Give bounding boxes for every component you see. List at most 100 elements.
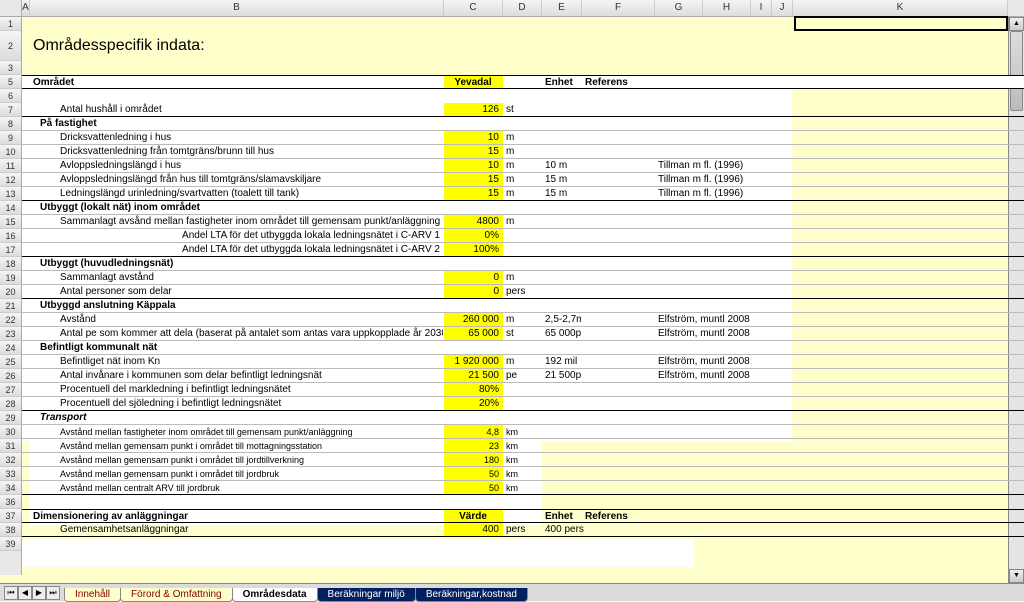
cell-B16[interactable]: Andel LTA för det utbyggda lokala lednin… xyxy=(30,229,444,242)
cell-C34[interactable]: 50 xyxy=(444,481,503,494)
row-header-2[interactable]: 2 xyxy=(0,31,21,61)
tab-nav-last[interactable]: ⏭ xyxy=(46,586,60,600)
spreadsheet-grid[interactable]: Områdesspecifik indata: Området Yevadal … xyxy=(22,17,1024,575)
cell-C23[interactable]: 65 000 xyxy=(444,327,503,340)
cell-B14[interactable]: Utbyggt (lokalt nät) inom området xyxy=(30,201,444,214)
row-header-20[interactable]: 20 xyxy=(0,285,21,299)
row-header-14[interactable]: 14 xyxy=(0,201,21,215)
cell-C26[interactable]: 21 500 xyxy=(444,369,503,382)
cell-B27[interactable]: Procentuell del markledning i befintligt… xyxy=(30,383,444,396)
tab-nav-prev[interactable]: ◀ xyxy=(18,586,32,600)
cell-B7[interactable]: Antal hushåll i området xyxy=(30,103,444,116)
row-header-32[interactable]: 32 xyxy=(0,453,21,467)
cell-38-label[interactable]: Gemensamhetsanläggningar xyxy=(30,523,444,536)
cell-C22[interactable]: 260 000 xyxy=(444,313,503,326)
row-header-11[interactable]: 11 xyxy=(0,159,21,173)
cell-B32[interactable]: Avstånd mellan gemensam punkt i området … xyxy=(30,453,444,466)
col-header-J[interactable]: J xyxy=(772,0,793,16)
cell-C19[interactable]: 0 xyxy=(444,271,503,284)
cell-C8[interactable] xyxy=(444,117,503,130)
cell-B29[interactable]: Transport xyxy=(30,411,444,424)
cell-B24[interactable]: Befintligt kommunalt nät xyxy=(30,341,444,354)
row-header-29[interactable]: 29 xyxy=(0,411,21,425)
cell-C14[interactable] xyxy=(444,201,503,214)
row-header-1[interactable]: 1 xyxy=(0,17,21,31)
scroll-down-arrow[interactable]: ▼ xyxy=(1009,569,1024,583)
cell-C7[interactable]: 126 xyxy=(444,103,503,116)
cell-B30[interactable]: Avstånd mellan fastigheter inom området … xyxy=(30,425,444,438)
row-header-38[interactable]: 38 xyxy=(0,523,21,537)
selected-cell-K1[interactable] xyxy=(794,16,1008,31)
scroll-up-arrow[interactable]: ▲ xyxy=(1009,17,1024,31)
cell-C15[interactable]: 4800 xyxy=(444,215,503,228)
cell-B20[interactable]: Antal personer som delar xyxy=(30,285,444,298)
row-header-28[interactable]: 28 xyxy=(0,397,21,411)
row-header-17[interactable]: 17 xyxy=(0,243,21,257)
cell-B28[interactable]: Procentuell del sjöledning i befintligt … xyxy=(30,397,444,410)
row-header-10[interactable]: 10 xyxy=(0,145,21,159)
cell-C13[interactable]: 15 xyxy=(444,187,503,200)
row-header-15[interactable]: 15 xyxy=(0,215,21,229)
row-header-26[interactable]: 26 xyxy=(0,369,21,383)
cell-B18[interactable]: Utbyggt (huvudledningsnät) xyxy=(30,257,444,270)
sheet-tab-2[interactable]: Områdesdata xyxy=(232,588,318,602)
cell-C20[interactable]: 0 xyxy=(444,285,503,298)
cell-C11[interactable]: 10 xyxy=(444,159,503,172)
row-header-30[interactable]: 30 xyxy=(0,425,21,439)
row-header-19[interactable]: 19 xyxy=(0,271,21,285)
cell-38-value[interactable]: 400 xyxy=(444,523,503,536)
col-header-H[interactable]: H xyxy=(703,0,751,16)
row-header-36[interactable]: 36 xyxy=(0,495,21,509)
cell-C31[interactable]: 23 xyxy=(444,439,503,452)
col-header-G[interactable]: G xyxy=(655,0,703,16)
row-header-7[interactable]: 7 xyxy=(0,103,21,117)
cell-C32[interactable]: 180 xyxy=(444,453,503,466)
row-header-8[interactable]: 8 xyxy=(0,117,21,131)
tab-nav-first[interactable]: ⏮ xyxy=(4,586,18,600)
row-header-3[interactable]: 3 xyxy=(0,61,21,75)
row-header-9[interactable]: 9 xyxy=(0,131,21,145)
cell-C9[interactable]: 10 xyxy=(444,131,503,144)
cell-B12[interactable]: Avloppsledningslängd från hus till tomtg… xyxy=(30,173,444,186)
cell-B8[interactable]: På fastighet xyxy=(30,117,444,130)
cell-B34[interactable]: Avstånd mellan centralt ARV till jordbru… xyxy=(30,481,444,494)
col-header-A[interactable]: A xyxy=(22,0,30,16)
col-header-I[interactable]: I xyxy=(751,0,772,16)
select-all-corner[interactable] xyxy=(0,0,22,16)
cell-B11[interactable]: Avloppsledningslängd i hus xyxy=(30,159,444,172)
row-header-5[interactable]: 5 xyxy=(0,75,21,89)
row-header-39[interactable]: 39 xyxy=(0,537,21,551)
sheet-tab-4[interactable]: Beräkningar,kostnad xyxy=(415,588,528,602)
sheet-tab-1[interactable]: Förord & Omfattning xyxy=(120,588,233,602)
row-header-16[interactable]: 16 xyxy=(0,229,21,243)
row-header-31[interactable]: 31 xyxy=(0,439,21,453)
cell-C29[interactable] xyxy=(444,411,503,424)
row-header-13[interactable]: 13 xyxy=(0,187,21,201)
cell-B10[interactable]: Dricksvattenledning från tomtgräns/brunn… xyxy=(30,145,444,158)
cell-B9[interactable]: Dricksvattenledning i hus xyxy=(30,131,444,144)
cell-B17[interactable]: Andel LTA för det utbyggda lokala lednin… xyxy=(30,243,444,256)
cell-B23[interactable]: Antal pe som kommer att dela (baserat på… xyxy=(30,327,444,340)
row-header-6[interactable]: 6 xyxy=(0,89,21,103)
cell-C10[interactable]: 15 xyxy=(444,145,503,158)
cell-C12[interactable]: 15 xyxy=(444,173,503,186)
col-header-F[interactable]: F xyxy=(582,0,655,16)
row-header-18[interactable]: 18 xyxy=(0,257,21,271)
cell-C17[interactable]: 100% xyxy=(444,243,503,256)
cell-C28[interactable]: 20% xyxy=(444,397,503,410)
row-header-21[interactable]: 21 xyxy=(0,299,21,313)
row-header-27[interactable]: 27 xyxy=(0,383,21,397)
row-header-22[interactable]: 22 xyxy=(0,313,21,327)
sheet-tab-3[interactable]: Beräkningar miljö xyxy=(317,588,416,602)
col-header-E[interactable]: E xyxy=(542,0,582,16)
sheet-tab-0[interactable]: Innehåll xyxy=(64,588,121,602)
cell-B19[interactable]: Sammanlagt avstånd xyxy=(30,271,444,284)
cell-C27[interactable]: 80% xyxy=(444,383,503,396)
row-header-24[interactable]: 24 xyxy=(0,341,21,355)
col-header-D[interactable]: D xyxy=(503,0,542,16)
cell-B13[interactable]: Ledningslängd urinledning/svartvatten (t… xyxy=(30,187,444,200)
cell-C21[interactable] xyxy=(444,299,503,312)
cell-B31[interactable]: Avstånd mellan gemensam punkt i området … xyxy=(30,439,444,452)
cell-B25[interactable]: Befintliget nät inom Kn xyxy=(30,355,444,368)
col-header-C[interactable]: C xyxy=(444,0,503,16)
